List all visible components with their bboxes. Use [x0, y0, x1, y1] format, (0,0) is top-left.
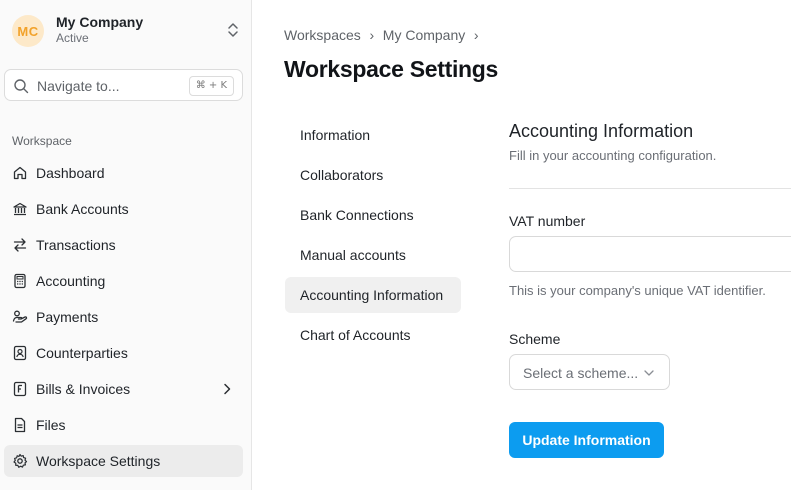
tab-bank-connections[interactable]: Bank Connections	[285, 197, 461, 233]
breadcrumb-item-workspaces[interactable]: Workspaces	[284, 27, 361, 43]
search-placeholder: Navigate to...	[37, 78, 120, 94]
vat-number-label: VAT number	[509, 213, 586, 229]
tab-label: Chart of Accounts	[300, 327, 411, 343]
sidebar-item-dashboard[interactable]: Dashboard	[4, 157, 243, 189]
breadcrumb-item-company[interactable]: My Company	[383, 27, 465, 43]
invoice-icon	[13, 381, 27, 397]
sidebar-item-bank-accounts[interactable]: Bank Accounts	[4, 193, 243, 225]
tab-information[interactable]: Information	[285, 117, 461, 153]
transfer-arrows-icon	[13, 238, 27, 252]
chevron-right-icon: ›	[473, 27, 479, 43]
page-title: Workspace Settings	[284, 56, 499, 82]
section-label: Workspace	[12, 134, 72, 148]
chevron-right-icon[interactable]	[221, 382, 233, 396]
sidebar-item-bills-invoices[interactable]: Bills & Invoices	[4, 373, 243, 405]
sidebar-item-workspace-settings[interactable]: Workspace Settings	[4, 445, 243, 477]
sidebar-item-transactions[interactable]: Transactions	[4, 229, 243, 261]
sidebar-item-payments[interactable]: Payments	[4, 301, 243, 333]
avatar: MC	[12, 15, 44, 47]
chevron-right-icon: ›	[369, 27, 375, 43]
sidebar-item-label: Accounting	[36, 273, 106, 289]
vat-number-input[interactable]	[509, 236, 791, 272]
tab-label: Information	[300, 127, 371, 143]
company-name: My Company	[56, 14, 144, 30]
sidebar-item-accounting[interactable]: Accounting	[4, 265, 243, 297]
bank-icon	[13, 202, 27, 216]
scheme-select-placeholder: Select a scheme...	[523, 365, 639, 381]
search-icon	[14, 79, 29, 94]
home-icon	[13, 166, 27, 180]
sidebar-item-label: Bills & Invoices	[36, 381, 131, 397]
form-title: Accounting Information	[509, 121, 694, 141]
tab-accounting-information[interactable]: Accounting Information	[285, 277, 461, 313]
sidebar-item-label: Transactions	[36, 237, 116, 253]
tab-label: Bank Connections	[300, 207, 414, 223]
file-icon	[14, 417, 26, 433]
chevron-down-icon	[644, 370, 654, 376]
workspace-switcher[interactable]: MC My Company Active	[12, 13, 244, 47]
payments-icon	[12, 310, 28, 323]
tab-label: Manual accounts	[300, 247, 406, 263]
sidebar-item-counterparties[interactable]: Counterparties	[4, 337, 243, 369]
sidebar-item-label: Dashboard	[36, 165, 105, 181]
chevron-up-down-icon[interactable]	[226, 21, 240, 39]
tab-chart-of-accounts[interactable]: Chart of Accounts	[285, 317, 461, 353]
company-status: Active	[56, 31, 89, 45]
sidebar-item-label: Workspace Settings	[36, 453, 161, 469]
vat-number-hint: This is your company's unique VAT identi…	[509, 283, 766, 298]
keyboard-shortcut-badge: ⌘ + K	[188, 76, 234, 96]
gear-icon	[13, 453, 28, 468]
sidebar-item-label: Payments	[36, 309, 99, 325]
sidebar-item-label: Bank Accounts	[36, 201, 129, 217]
divider	[509, 188, 791, 189]
sidebar: MC My Company Active Navigate to... ⌘ + …	[0, 0, 252, 490]
tab-label: Accounting Information	[300, 287, 444, 303]
calculator-icon	[14, 273, 26, 289]
navigate-search[interactable]: Navigate to... ⌘ + K	[4, 69, 243, 101]
sidebar-item-label: Files	[36, 417, 66, 433]
tab-label: Collaborators	[300, 167, 384, 183]
form-description: Fill in your accounting configuration.	[509, 148, 717, 163]
scheme-select[interactable]: Select a scheme...	[509, 354, 670, 390]
contact-card-icon	[13, 345, 27, 361]
sidebar-item-files[interactable]: Files	[4, 409, 243, 441]
tab-manual-accounts[interactable]: Manual accounts	[285, 237, 461, 273]
update-information-button[interactable]: Update Information	[509, 422, 664, 458]
sidebar-item-label: Counterparties	[36, 345, 128, 361]
breadcrumb: Workspaces › My Company ›	[284, 27, 487, 43]
scheme-label: Scheme	[509, 331, 561, 347]
tab-collaborators[interactable]: Collaborators	[285, 157, 461, 193]
